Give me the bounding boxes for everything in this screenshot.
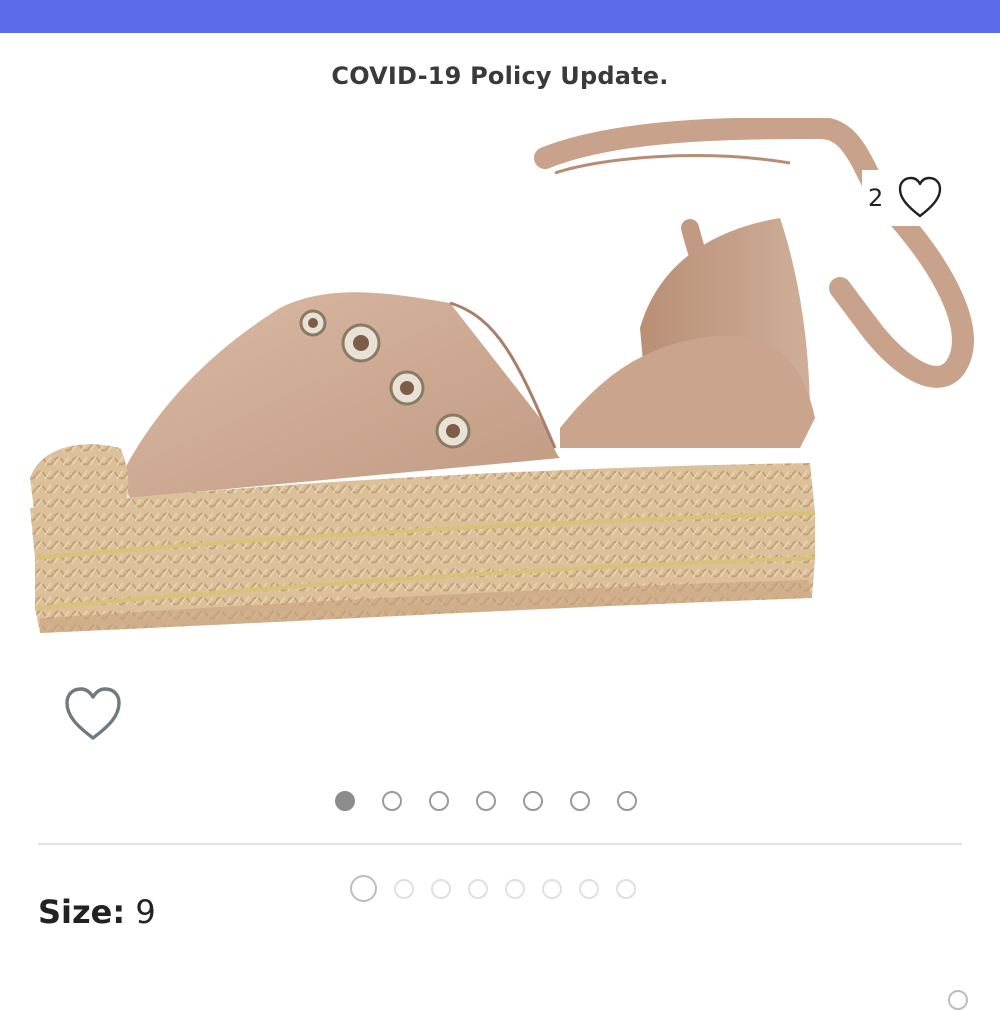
divider [38,843,962,845]
thumbnail-dot[interactable] [468,878,488,899]
thumbnail-dot[interactable] [542,878,562,899]
thumbnail-dot[interactable] [616,878,636,899]
thumbnail-dot[interactable] [350,875,377,902]
size-label: Size: [38,893,126,931]
carousel-dot[interactable] [382,791,402,811]
size-info: Size: 9 [38,893,156,931]
thumbnail-dot[interactable] [394,878,414,899]
scroll-indicator [948,990,968,1010]
size-value: 9 [135,893,156,931]
carousel-dot[interactable] [335,791,355,811]
like-count: 2 [868,184,884,212]
thumbnail-dots [350,875,636,902]
thumbnail-dot[interactable] [431,878,451,899]
product-image[interactable] [0,118,1000,658]
image-carousel-dots [335,791,637,817]
top-bar [0,0,1000,33]
like-counter: 2 [862,170,962,226]
thumbnail-dot[interactable] [505,878,525,899]
carousel-dot[interactable] [617,791,637,811]
carousel-dot[interactable] [523,791,543,811]
carousel-dot[interactable] [476,791,496,811]
heart-outline-icon[interactable] [897,176,943,220]
thumbnail-dot[interactable] [579,878,599,899]
carousel-dot[interactable] [570,791,590,811]
covid-policy-link[interactable]: COVID-19 Policy Update. [0,62,1000,90]
heart-outline-icon[interactable] [63,686,123,742]
carousel-dot[interactable] [429,791,449,811]
